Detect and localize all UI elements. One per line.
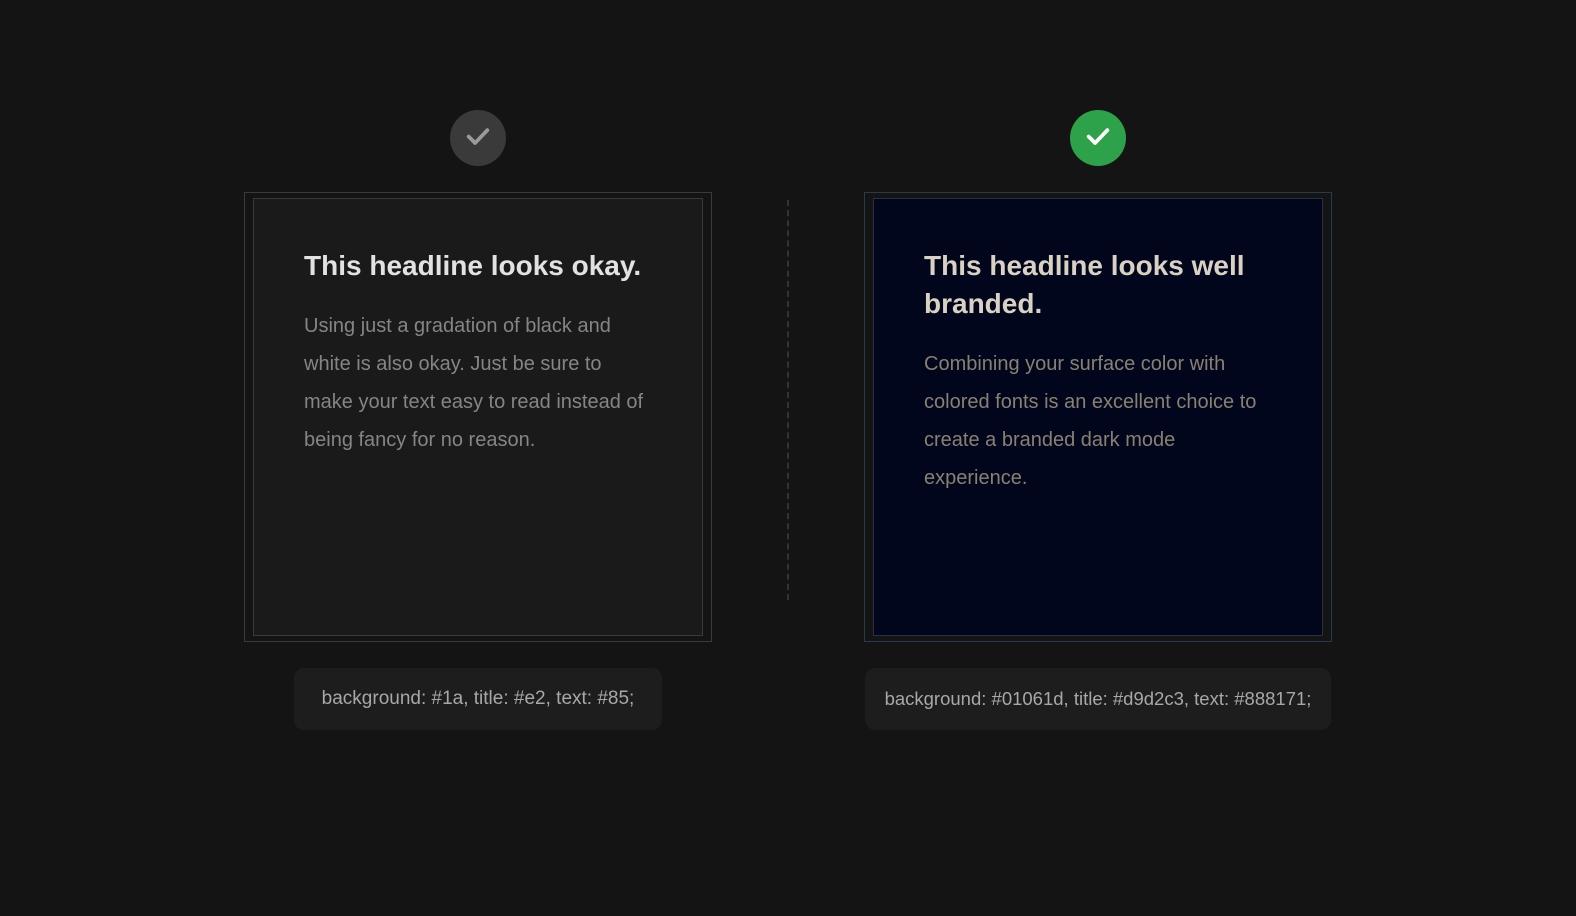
vertical-divider <box>787 200 789 600</box>
card-body-text: Combining your surface color with colore… <box>924 345 1272 497</box>
right-card-wrapper: This headline looks well branded. Combin… <box>873 198 1323 636</box>
example-card-branded: This headline looks well branded. Combin… <box>873 198 1323 636</box>
card-body-text: Using just a gradation of black and whit… <box>304 307 652 459</box>
check-icon <box>1084 122 1112 155</box>
card-headline: This headline looks okay. <box>304 247 652 285</box>
left-card-wrapper: This headline looks okay. Using just a g… <box>253 198 703 636</box>
right-example-column: This headline looks well branded. Combin… <box>788 110 1408 730</box>
status-badge-okay <box>450 110 506 166</box>
left-example-column: This headline looks okay. Using just a g… <box>168 110 788 730</box>
color-values-caption: background: #01061d, title: #d9d2c3, tex… <box>865 668 1332 730</box>
card-headline: This headline looks well branded. <box>924 247 1272 323</box>
check-icon <box>464 122 492 155</box>
color-values-caption: background: #1a, title: #e2, text: #85; <box>294 668 663 730</box>
example-card-neutral: This headline looks okay. Using just a g… <box>253 198 703 636</box>
comparison-container: This headline looks okay. Using just a g… <box>168 110 1408 730</box>
status-badge-good <box>1070 110 1126 166</box>
